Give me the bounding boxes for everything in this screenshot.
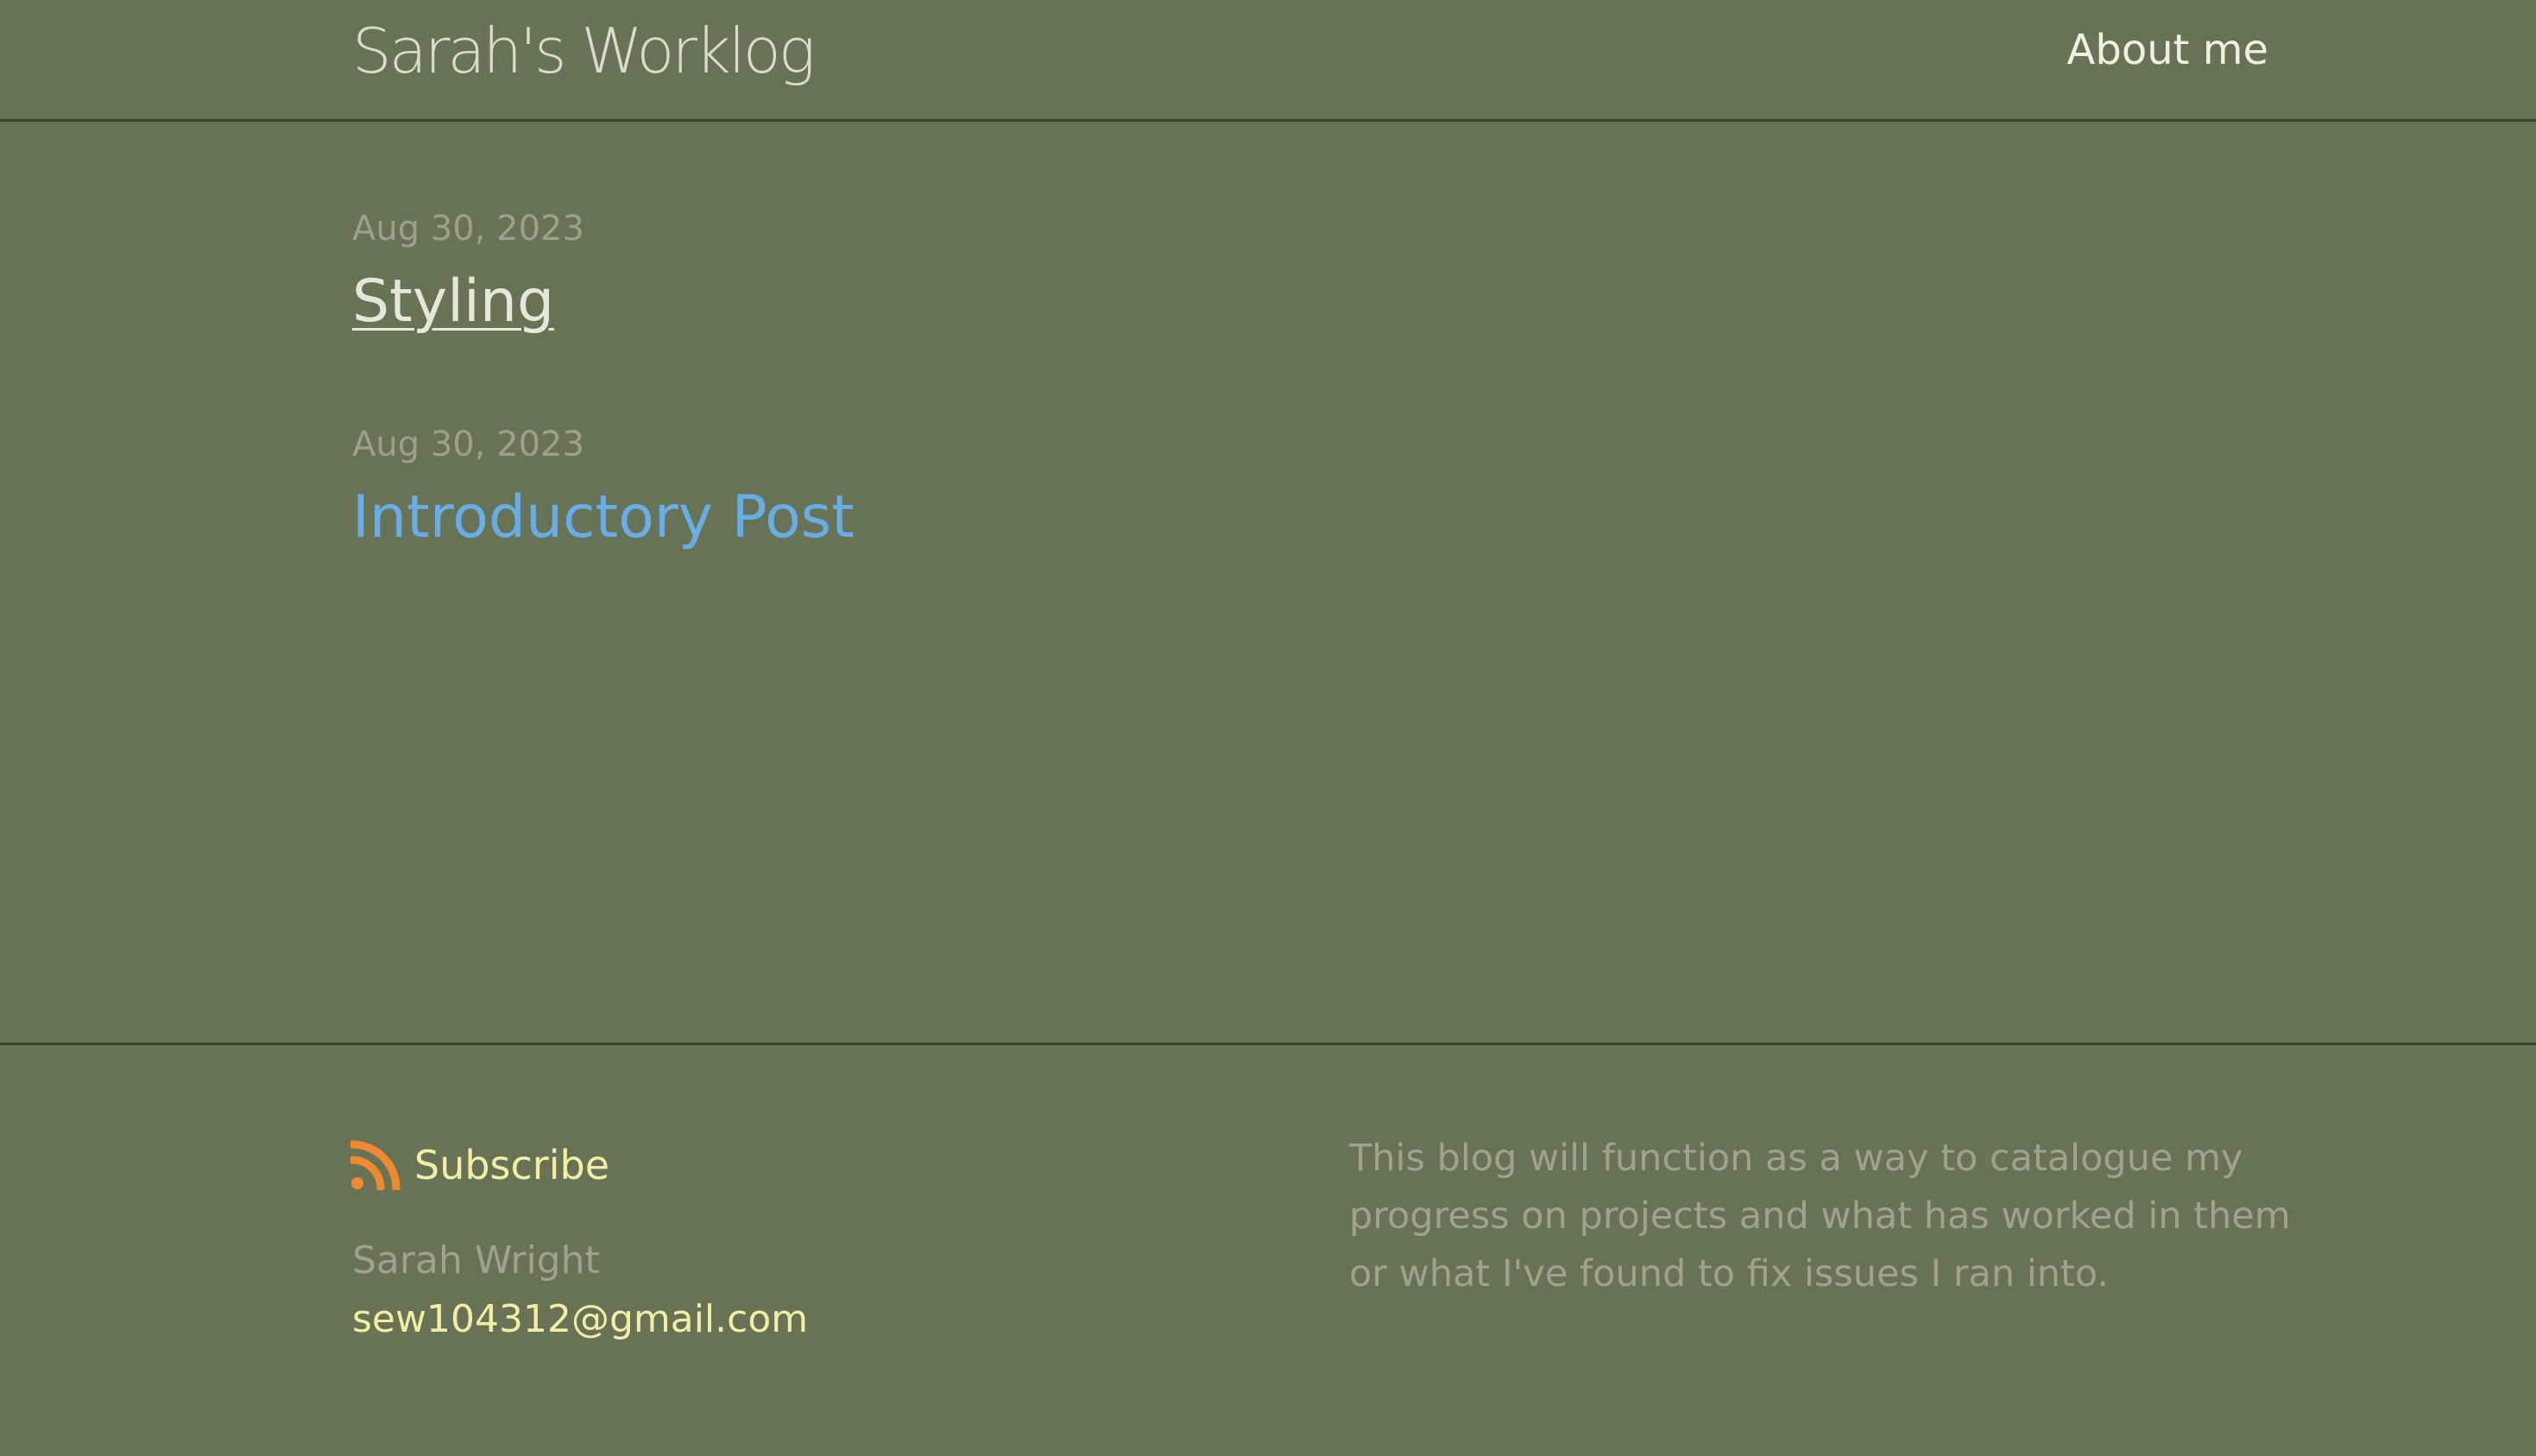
subscribe-link[interactable]: Subscribe: [350, 1140, 609, 1190]
site-footer: Subscribe Sarah Wright sew104312@gmail.c…: [0, 1043, 2536, 1456]
post-title-styling-link[interactable]: Styling: [352, 266, 554, 338]
post-list-item: Aug 30, 2023 Introductory Post: [352, 423, 2165, 554]
site-title-link[interactable]: Sarah's Worklog: [352, 12, 816, 90]
site-description: This blog will function as a way to cata…: [1349, 1137, 2291, 1295]
author-name: Sarah Wright: [352, 1239, 600, 1283]
author-email-link[interactable]: sew104312@gmail.com: [352, 1295, 808, 1344]
nav-about-me-link[interactable]: About me: [2067, 24, 2268, 76]
rss-icon: [350, 1140, 401, 1190]
subscribe-label: Subscribe: [414, 1142, 610, 1188]
post-date: Aug 30, 2023: [352, 425, 584, 464]
site-header: Sarah's Worklog About me: [0, 0, 2536, 122]
post-list: Aug 30, 2023 Styling Aug 30, 2023 Introd…: [352, 207, 2165, 554]
post-date: Aug 30, 2023: [352, 209, 584, 249]
post-title-introductory-post-link[interactable]: Introductory Post: [352, 482, 855, 554]
post-list-item: Aug 30, 2023 Styling: [352, 207, 2165, 338]
